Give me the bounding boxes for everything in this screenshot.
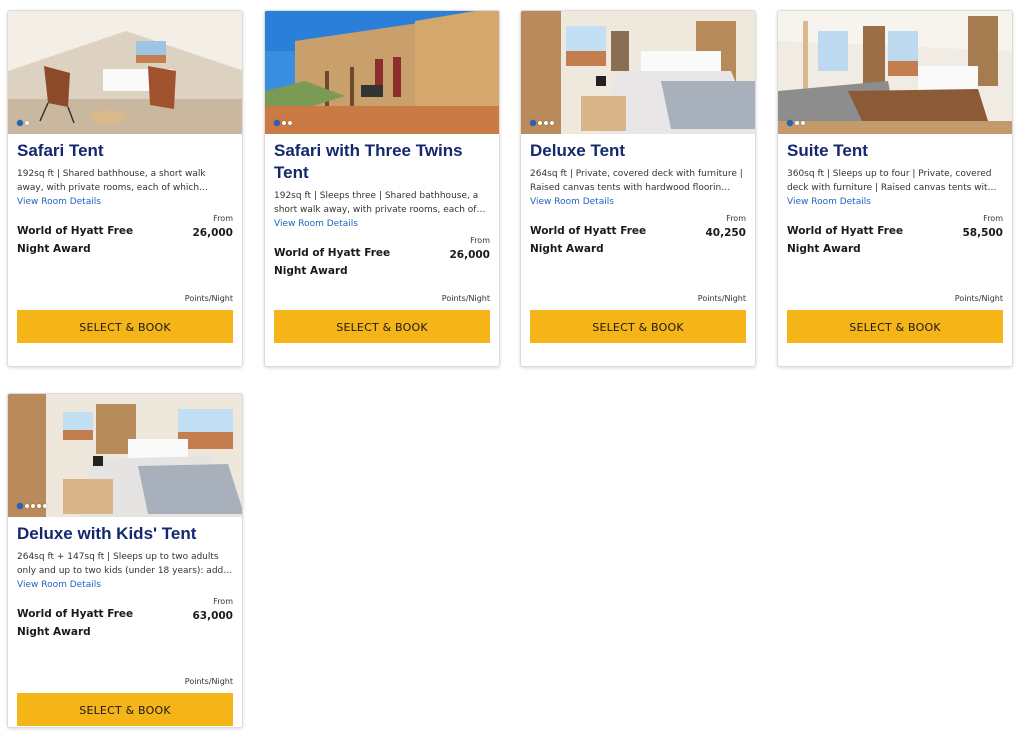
- room-description: 264sq ft + 147sq ft | Sleeps up to two a…: [17, 552, 233, 576]
- rate-row: World of Hyatt Free Night Award From 58,…: [787, 214, 1003, 258]
- tent-bedroom-photo: [521, 11, 755, 134]
- points-value: 58,500: [962, 227, 1003, 239]
- rate-row: World of Hyatt Free Night Award From 26,…: [274, 236, 490, 280]
- room-title: Safari Tent: [17, 141, 104, 160]
- room-card-deluxe-tent: Deluxe Tent 264sq ft | Private, covered …: [520, 10, 756, 367]
- room-photo[interactable]: [8, 11, 242, 134]
- from-label: From: [213, 597, 233, 606]
- carousel-dot[interactable]: [274, 120, 280, 126]
- from-label: From: [470, 236, 490, 245]
- room-card-safari-three-twins: Safari with Three Twins Tent 192sq ft | …: [264, 10, 500, 367]
- view-room-details-link[interactable]: View Room Details: [787, 195, 1003, 209]
- points-per-night-label: Points/Night: [697, 294, 746, 303]
- points-value: 40,250: [705, 227, 746, 239]
- tent-interior-photo: [8, 11, 242, 134]
- room-title: Deluxe with Kids' Tent: [17, 524, 197, 543]
- carousel-dot[interactable]: [43, 504, 47, 508]
- select-book-button[interactable]: SELECT & BOOK: [530, 310, 746, 343]
- view-room-details-link[interactable]: View Room Details: [530, 195, 746, 209]
- from-label: From: [983, 214, 1003, 223]
- carousel-dot[interactable]: [795, 121, 799, 125]
- carousel-dot[interactable]: [31, 504, 35, 508]
- select-book-button[interactable]: SELECT & BOOK: [787, 310, 1003, 343]
- rate-row: World of Hyatt Free Night Award From 40,…: [530, 214, 746, 258]
- select-book-button[interactable]: SELECT & BOOK: [17, 693, 233, 726]
- carousel-dot[interactable]: [282, 121, 286, 125]
- room-title: Safari with Three Twins Tent: [274, 141, 463, 182]
- award-label: World of Hyatt Free Night Award: [17, 225, 134, 255]
- room-title: Deluxe Tent: [530, 141, 626, 160]
- select-book-button[interactable]: SELECT & BOOK: [17, 310, 233, 343]
- award-label: World of Hyatt Free Night Award: [17, 608, 134, 638]
- room-title: Suite Tent: [787, 141, 868, 160]
- from-label: From: [726, 214, 746, 223]
- from-label: From: [213, 214, 233, 223]
- carousel-dots[interactable]: [17, 120, 29, 126]
- tent-bedroom-window-photo: [8, 394, 242, 517]
- points-value: 26,000: [192, 227, 233, 239]
- carousel-dot[interactable]: [17, 503, 23, 509]
- points-value: 26,000: [449, 249, 490, 261]
- room-card-safari-tent: Safari Tent 192sq ft | Shared bathhouse,…: [7, 10, 243, 367]
- carousel-dots[interactable]: [17, 503, 47, 509]
- select-book-button[interactable]: SELECT & BOOK: [274, 310, 490, 343]
- room-photo[interactable]: [8, 394, 242, 517]
- tent-suite-lounge-photo: [778, 11, 1012, 134]
- points-per-night-label: Points/Night: [184, 677, 233, 686]
- carousel-dot[interactable]: [538, 121, 542, 125]
- view-room-details-link[interactable]: View Room Details: [17, 578, 233, 592]
- award-label: World of Hyatt Free Night Award: [787, 225, 904, 255]
- carousel-dot[interactable]: [25, 121, 29, 125]
- points-per-night-label: Points/Night: [954, 294, 1003, 303]
- room-description: 264sq ft | Private, covered deck with fu…: [530, 169, 743, 193]
- rate-row: World of Hyatt Free Night Award From 63,…: [17, 597, 233, 641]
- award-label: World of Hyatt Free Night Award: [274, 247, 391, 277]
- carousel-dots[interactable]: [787, 120, 805, 126]
- bathhouse-exterior-photo: [265, 11, 499, 134]
- rate-row: World of Hyatt Free Night Award From 26,…: [17, 214, 233, 258]
- carousel-dot[interactable]: [530, 120, 536, 126]
- carousel-dot[interactable]: [17, 120, 23, 126]
- carousel-dot[interactable]: [544, 121, 548, 125]
- room-card-deluxe-kids-tent: Deluxe with Kids' Tent 264sq ft + 147sq …: [7, 393, 243, 728]
- carousel-dot[interactable]: [25, 504, 29, 508]
- room-card-suite-tent: Suite Tent 360sq ft | Sleeps up to four …: [777, 10, 1013, 367]
- carousel-dots[interactable]: [530, 120, 554, 126]
- room-photo[interactable]: [265, 11, 499, 134]
- room-description: 192sq ft | Shared bathhouse, a short wal…: [17, 169, 209, 193]
- carousel-dot[interactable]: [550, 121, 554, 125]
- carousel-dot[interactable]: [288, 121, 292, 125]
- carousel-dot[interactable]: [37, 504, 41, 508]
- view-room-details-link[interactable]: View Room Details: [17, 195, 233, 209]
- points-per-night-label: Points/Night: [441, 294, 490, 303]
- view-room-details-link[interactable]: View Room Details: [274, 217, 490, 231]
- points-per-night-label: Points/Night: [184, 294, 233, 303]
- award-label: World of Hyatt Free Night Award: [530, 225, 647, 255]
- room-photo[interactable]: [521, 11, 755, 134]
- carousel-dots[interactable]: [274, 120, 292, 126]
- carousel-dot[interactable]: [787, 120, 793, 126]
- points-value: 63,000: [192, 610, 233, 622]
- room-description: 360sq ft | Sleeps up to four | Private, …: [787, 169, 997, 193]
- carousel-dot[interactable]: [801, 121, 805, 125]
- room-photo[interactable]: [778, 11, 1012, 134]
- room-description: 192sq ft | Sleeps three | Shared bathhou…: [274, 191, 486, 215]
